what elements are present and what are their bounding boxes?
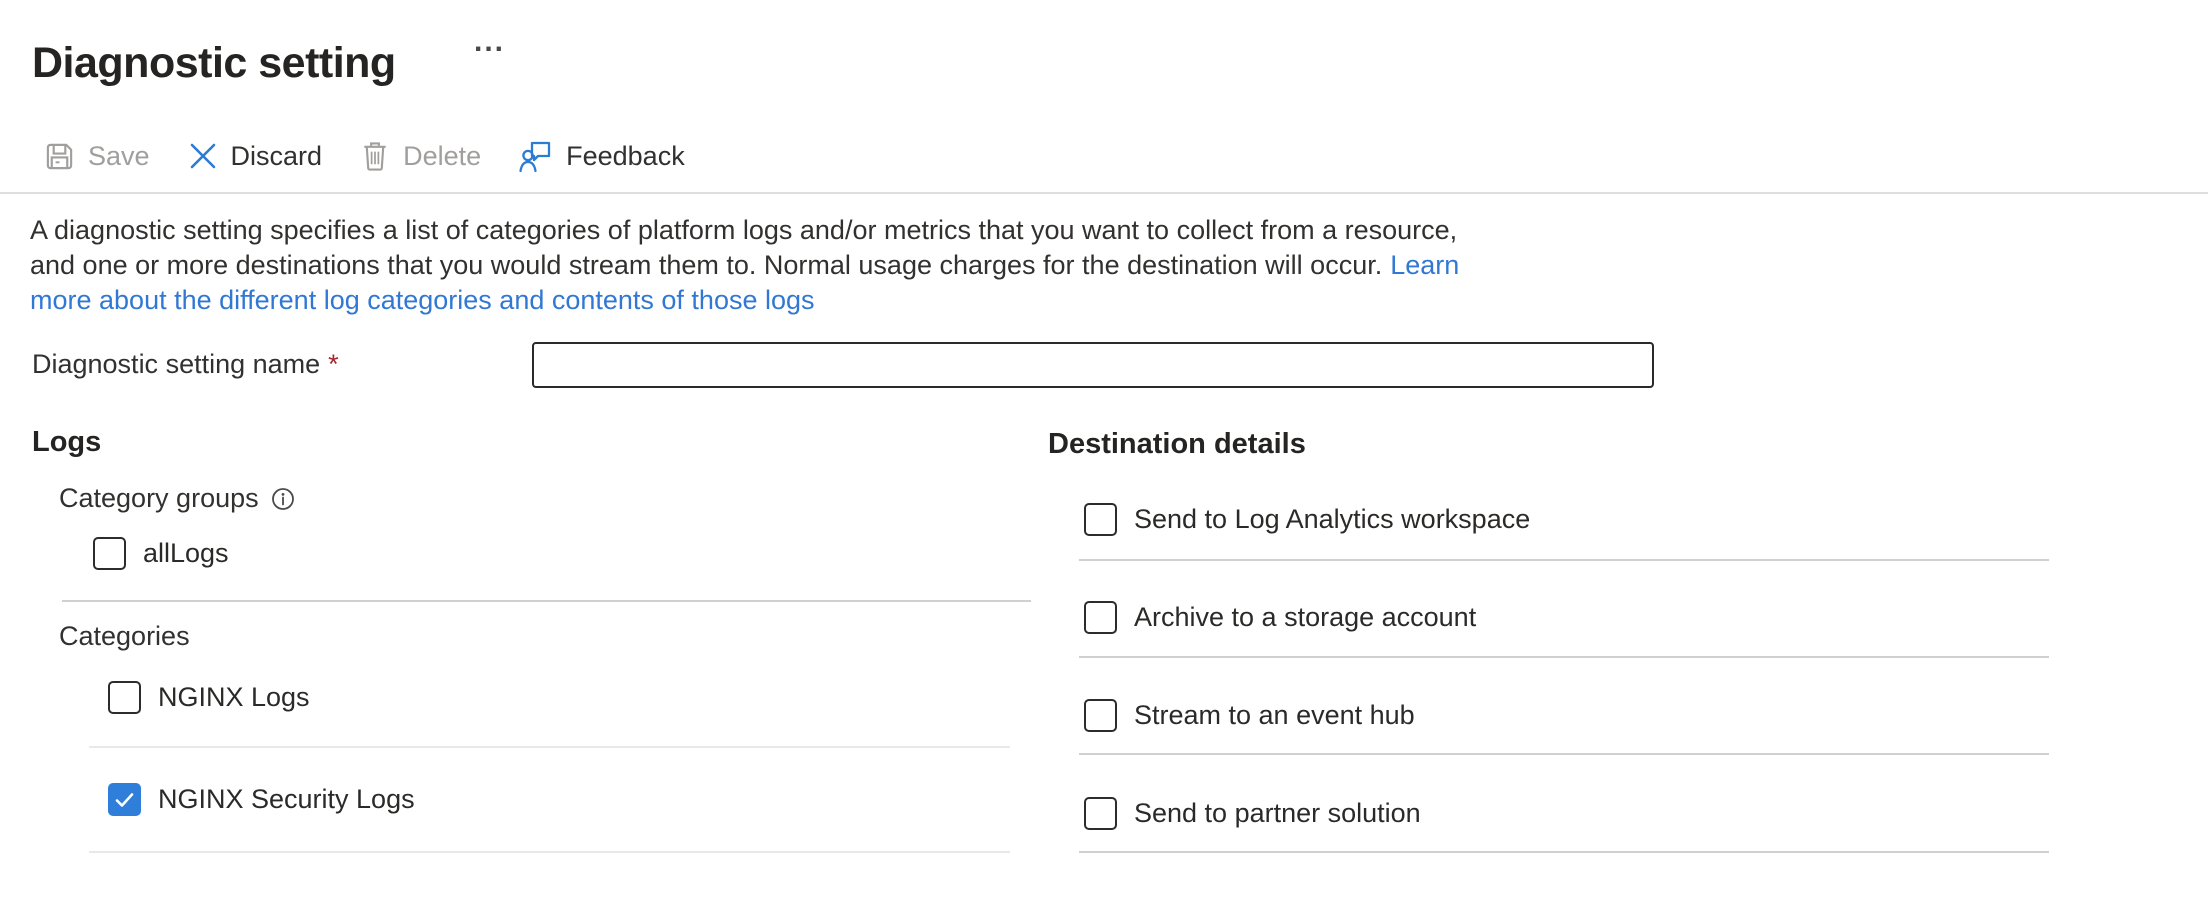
section-divider <box>62 600 1031 602</box>
stream-to-event-hub-label[interactable]: Stream to an event hub <box>1134 700 1415 731</box>
info-icon[interactable] <box>271 487 295 511</box>
list-item: allLogs <box>93 537 229 570</box>
logs-section-heading: Logs <box>32 426 101 459</box>
x-mark-icon <box>188 141 218 171</box>
list-item: Archive to a storage account <box>1084 601 1476 634</box>
row-divider <box>1079 656 2049 658</box>
row-divider <box>89 851 1010 853</box>
send-to-log-analytics-label[interactable]: Send to Log Analytics workspace <box>1134 504 1530 535</box>
feedback-label: Feedback <box>566 141 685 172</box>
description-line-1: A diagnostic setting specifies a list of… <box>30 213 1459 248</box>
category-groups-label: Category groups <box>59 483 259 514</box>
more-options-button[interactable]: ... <box>468 24 511 60</box>
category-groups-row: Category groups <box>59 483 295 514</box>
row-divider <box>1079 851 2049 853</box>
feedback-button[interactable]: Feedback <box>519 140 685 173</box>
row-divider <box>1079 753 2049 755</box>
required-asterisk: * <box>328 349 339 379</box>
delete-label: Delete <box>403 141 481 172</box>
save-button[interactable]: Save <box>44 141 150 172</box>
delete-button[interactable]: Delete <box>360 141 481 172</box>
save-icon <box>44 141 75 172</box>
alllogs-label[interactable]: allLogs <box>143 538 229 569</box>
categories-label: Categories <box>59 621 190 652</box>
list-item: Stream to an event hub <box>1084 699 1415 732</box>
description-line-2: and one or more destinations that you wo… <box>30 248 1459 283</box>
list-item: NGINX Security Logs <box>108 783 415 816</box>
row-divider <box>1079 559 2049 561</box>
nginx-security-logs-label[interactable]: NGINX Security Logs <box>158 784 415 815</box>
trash-can-icon <box>360 141 390 172</box>
archive-to-storage-label[interactable]: Archive to a storage account <box>1134 602 1476 633</box>
learn-more-link[interactable]: Learn <box>1390 250 1459 280</box>
description-line-3: more about the different log categories … <box>30 283 1459 318</box>
stream-to-event-hub-checkbox[interactable] <box>1084 699 1117 732</box>
command-bar: Save Discard Delete <box>44 134 685 178</box>
toolbar-divider <box>0 192 2208 194</box>
page-description: A diagnostic setting specifies a list of… <box>30 213 1459 318</box>
nginx-logs-label[interactable]: NGINX Logs <box>158 682 310 713</box>
send-to-partner-solution-label[interactable]: Send to partner solution <box>1134 798 1421 829</box>
page-title: Diagnostic setting <box>32 39 396 88</box>
send-to-log-analytics-checkbox[interactable] <box>1084 503 1117 536</box>
alllogs-checkbox[interactable] <box>93 537 126 570</box>
checkmark-icon <box>112 787 137 812</box>
save-label: Save <box>88 141 150 172</box>
discard-button[interactable]: Discard <box>188 141 323 172</box>
person-chat-icon <box>519 140 553 173</box>
learn-more-link[interactable]: more about the different log categories … <box>30 285 815 315</box>
archive-to-storage-checkbox[interactable] <box>1084 601 1117 634</box>
list-item: Send to Log Analytics workspace <box>1084 503 1530 536</box>
list-item: Send to partner solution <box>1084 797 1421 830</box>
diagnostic-setting-name-input[interactable] <box>532 342 1654 388</box>
nginx-security-logs-checkbox[interactable] <box>108 783 141 816</box>
diagnostic-setting-page: Diagnostic setting ... Save Discard <box>0 0 2208 908</box>
name-field-label: Diagnostic setting name* <box>32 349 339 380</box>
destination-details-heading: Destination details <box>1048 428 1306 461</box>
send-to-partner-solution-checkbox[interactable] <box>1084 797 1117 830</box>
list-item: NGINX Logs <box>108 681 310 714</box>
discard-label: Discard <box>231 141 323 172</box>
nginx-logs-checkbox[interactable] <box>108 681 141 714</box>
row-divider <box>89 746 1010 748</box>
